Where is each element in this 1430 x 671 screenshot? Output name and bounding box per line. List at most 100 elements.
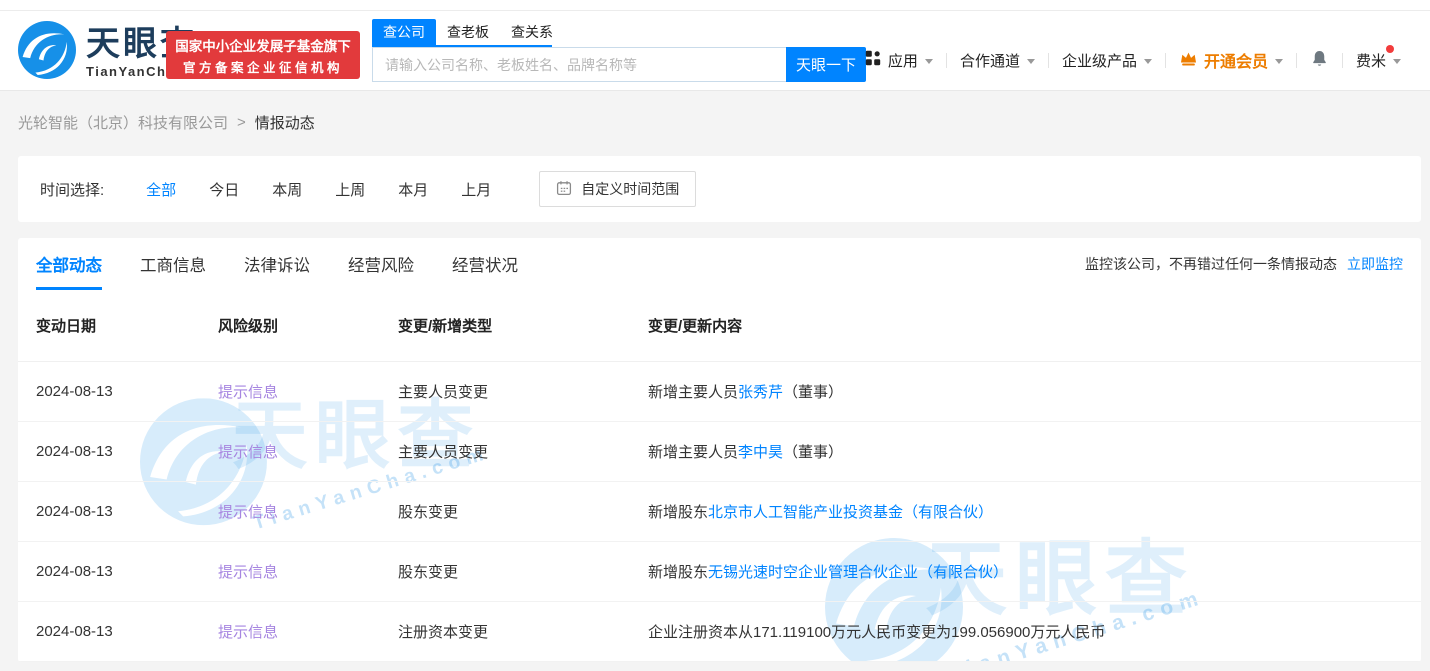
breadcrumb-company-link[interactable]: 光轮智能（北京）科技有限公司 [18,112,228,133]
time-option-all[interactable]: 全部 [146,179,176,200]
custom-date-range-button[interactable]: 自定义时间范围 [539,171,696,207]
cell-change-content: 新增主要人员张秀芹（董事） [648,381,1403,402]
search-input[interactable] [372,47,786,82]
cell-change-type: 注册资本变更 [398,621,648,642]
time-option-this-week[interactable]: 本周 [272,179,302,200]
search-tabs: 查公司 查老板 查关系 [372,19,552,47]
tab-operational-risk[interactable]: 经营风险 [348,238,414,290]
header-nav: 应用 合作通道 企业级产品 开通会员 [852,44,1414,76]
breadcrumb-current-page: 情报动态 [255,112,315,133]
tianyancha-logo-icon [18,21,76,84]
notifications-bell[interactable] [1297,49,1342,72]
nav-apps[interactable]: 应用 [852,50,946,71]
table-row: 2024-08-13 提示信息 注册资本变更 企业注册资本从171.119100… [18,602,1421,662]
table-row: 2024-08-13 提示信息 股东变更 新增股东无锡光速时空企业管理合伙企业（… [18,542,1421,602]
breadcrumb-separator: > [237,114,246,131]
time-option-today[interactable]: 今日 [209,179,239,200]
calendar-icon [556,180,572,199]
chevron-down-icon [1393,59,1401,64]
monitor-area: 监控该公司，不再错过任何一条情报动态 立即监控 [1085,238,1403,290]
tab-operational-status[interactable]: 经营状况 [452,238,518,290]
company-link[interactable]: 北京市人工智能产业投资基金（有限合伙） [708,504,993,521]
bell-icon [1310,49,1329,72]
breadcrumb: 光轮智能（北京）科技有限公司 > 情报动态 [18,112,315,133]
cell-change-content: 企业注册资本从171.119100万元人民币变更为199.056900万元人民币 [648,621,1403,642]
time-filter-options: 全部 今日 本周 上周 本月 上月 [146,179,491,200]
notification-dot [1386,45,1394,53]
cell-change-type: 股东变更 [398,501,648,522]
cell-change-type: 主要人员变更 [398,381,648,402]
risk-level-badge: 提示信息 [218,621,398,642]
chevron-down-icon [925,59,933,64]
chevron-down-icon [1144,59,1152,64]
apps-grid-icon [865,50,888,70]
risk-level-badge: 提示信息 [218,381,398,402]
cell-date: 2024-08-13 [36,623,218,640]
search-tab-company[interactable]: 查公司 [372,19,436,45]
chevron-down-icon [1027,59,1035,64]
content-text: （董事） [783,444,843,461]
tab-all-dynamics[interactable]: 全部动态 [36,238,102,290]
content-text: 新增主要人员 [648,384,738,401]
company-link[interactable]: 无锡光速时空企业管理合伙企业（有限合伙） [708,564,1008,581]
content-text: 企业注册资本从171.119100万元人民币变更为199.056900万元人民币 [648,624,1105,641]
col-change-date: 变动日期 [36,315,218,336]
col-change-content: 变更/更新内容 [648,315,1403,336]
cell-change-content: 新增股东北京市人工智能产业投资基金（有限合伙） [648,501,1403,522]
nav-apps-label: 应用 [888,50,918,71]
nav-user-account[interactable]: 费米 [1343,50,1414,71]
cell-change-type: 主要人员变更 [398,441,648,462]
content-text: （董事） [783,384,843,401]
table-row: 2024-08-13 提示信息 主要人员变更 新增主要人员李中昊（董事） [18,422,1421,482]
tab-legal-litigation[interactable]: 法律诉讼 [244,238,310,290]
nav-partner-label: 合作通道 [960,50,1020,71]
cell-change-type: 股东变更 [398,561,648,582]
search-tab-relation[interactable]: 查关系 [500,19,564,45]
nav-username: 费米 [1356,53,1386,70]
table-row: 2024-08-13 提示信息 主要人员变更 新增主要人员张秀芹（董事） [18,362,1421,422]
time-filter-card: 时间选择: 全部 今日 本周 上周 本月 上月 自定义时间范围 [18,156,1421,222]
cell-date: 2024-08-13 [36,563,218,580]
cell-date: 2024-08-13 [36,383,218,400]
time-option-last-week[interactable]: 上周 [335,179,365,200]
top-hairline [0,10,1430,11]
person-link[interactable]: 张秀芹 [738,384,783,401]
tab-business-info[interactable]: 工商信息 [140,238,206,290]
nav-enterprise-products[interactable]: 企业级产品 [1049,50,1165,71]
time-option-last-month[interactable]: 上月 [461,179,491,200]
cell-date: 2024-08-13 [36,443,218,460]
cell-date: 2024-08-13 [36,503,218,520]
content-tabbar: 全部动态 工商信息 法律诉讼 经营风险 经营状况 监控该公司，不再错过任何一条情… [18,238,1421,290]
official-credit-badge: 国家中小企业发展子基金旗下 官方备案企业征信机构 [166,31,360,79]
table-header: 变动日期 风险级别 变更/新增类型 变更/更新内容 [18,290,1421,362]
crown-icon [1179,49,1204,72]
col-risk-level: 风险级别 [218,315,398,336]
nav-partner-channel[interactable]: 合作通道 [947,50,1048,71]
col-change-type: 变更/新增类型 [398,315,648,336]
intel-dynamics-card: 天眼查 TianYanCha.com 天眼查 TianYanCha.com 全部… [18,238,1421,662]
monitor-now-link[interactable]: 立即监控 [1347,254,1403,274]
risk-level-badge: 提示信息 [218,501,398,522]
time-filter-label: 时间选择: [40,179,104,200]
content-text: 新增股东 [648,504,708,521]
content-text: 新增股东 [648,564,708,581]
risk-level-badge: 提示信息 [218,561,398,582]
cell-change-content: 新增主要人员李中昊（董事） [648,441,1403,462]
nav-enterprise-label: 企业级产品 [1062,50,1137,71]
search-area: 查公司 查老板 查关系 天眼一下 [372,19,866,82]
nav-vip-label: 开通会员 [1204,48,1268,72]
custom-range-label: 自定义时间范围 [581,179,679,199]
person-link[interactable]: 李中昊 [738,444,783,461]
badge-line2: 官方备案企业征信机构 [183,57,343,76]
site-header: 天眼查 TianYanCha.com 国家中小企业发展子基金旗下 官方备案企业征… [0,0,1430,91]
nav-open-vip[interactable]: 开通会员 [1166,48,1296,72]
content-text: 新增主要人员 [648,444,738,461]
badge-line1: 国家中小企业发展子基金旗下 [175,35,351,55]
search-tab-boss[interactable]: 查老板 [436,19,500,45]
cell-change-content: 新增股东无锡光速时空企业管理合伙企业（有限合伙） [648,561,1403,582]
chevron-down-icon [1275,59,1283,64]
monitor-hint-text: 监控该公司，不再错过任何一条情报动态 [1085,254,1337,274]
time-option-this-month[interactable]: 本月 [398,179,428,200]
risk-level-badge: 提示信息 [218,441,398,462]
table-row: 2024-08-13 提示信息 股东变更 新增股东北京市人工智能产业投资基金（有… [18,482,1421,542]
